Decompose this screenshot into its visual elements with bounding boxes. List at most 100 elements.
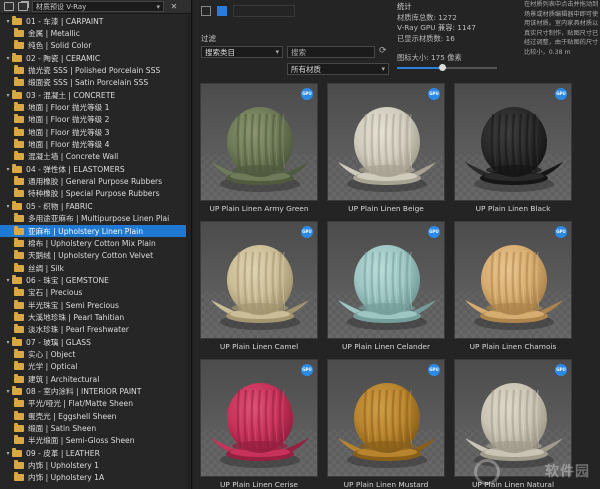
tree-item[interactable]: 蛋壳光 | Eggshell Sheen (0, 410, 191, 422)
stats-total: 材质库总数: 1272 (397, 12, 457, 22)
tree-category[interactable]: ▾ 08 - 室内涂料 | INTERIOR PAINT (0, 385, 191, 397)
toolbar-button[interactable] (233, 4, 295, 17)
expand-toggle-icon[interactable]: ▾ (4, 388, 12, 395)
tree-category[interactable]: ▾ 04 - 弹性体 | ELASTOMERS (0, 163, 191, 175)
material-type-select[interactable]: 所有材质 ▾ (287, 63, 389, 75)
tree-category[interactable]: ▾ 03 - 混凝土 | CONCRETE (0, 89, 191, 101)
close-button[interactable]: ✕ (168, 1, 180, 12)
material-preview (455, 383, 571, 476)
gpu-badge: GPU (301, 364, 313, 376)
material-card[interactable]: GPU UP Plain Linen Army Green (200, 83, 318, 217)
material-preview (328, 107, 444, 200)
tree-item[interactable]: 抛光瓷 SSS | Polished Porcelain SSS (0, 64, 191, 76)
tree-item[interactable]: 建筑 | Architectural (0, 373, 191, 385)
window-icon[interactable] (4, 2, 14, 11)
tree-label: 实心 | Object (28, 349, 76, 359)
tree-item[interactable]: 丝绸 | Silk (0, 262, 191, 274)
tree-item[interactable]: 金属 | Metallic (0, 27, 191, 39)
tree-item[interactable]: 纯色 | Solid Color (0, 40, 191, 52)
expand-toggle-icon[interactable]: ▾ (4, 92, 12, 99)
material-thumbnail[interactable]: GPU (327, 221, 445, 339)
material-card[interactable]: GPU UP Plain Linen Mustard (327, 359, 445, 489)
folder-icon (12, 15, 22, 25)
expand-toggle-icon[interactable]: ▾ (4, 55, 12, 62)
layers-icon[interactable] (18, 2, 28, 11)
tree-category[interactable]: ▾ 01 - 车漆 | CARPAINT (0, 15, 191, 27)
tree-item[interactable]: 通用橡胶 | General Purpose Rubbers (0, 175, 191, 187)
material-card[interactable]: GPU UP Plain Linen Cerise (200, 359, 318, 489)
tree-category[interactable]: ▾ 02 - 陶瓷 | CERAMIC (0, 52, 191, 64)
gpu-badge: GPU (555, 226, 567, 238)
filter-title: 过滤 (201, 34, 216, 43)
library-select[interactable]: 材质预设 V-Ray ▾ (32, 1, 164, 12)
tree-item[interactable]: 地面 | Floor 抛光等级 1 (0, 101, 191, 113)
statistics: 统计 材质库总数: 1272 V-Ray GPU 兼容: 1147 已显示材质数… (397, 2, 493, 44)
tree-item[interactable]: 地面 | Floor 抛光等级 2 (0, 114, 191, 126)
expand-toggle-icon[interactable]: ▾ (4, 277, 12, 284)
material-thumbnail[interactable]: GPU (200, 221, 318, 339)
material-card[interactable]: GPU UP Plain Linen Celander (327, 221, 445, 355)
material-card[interactable]: GPU UP Plain Linen Beige (327, 83, 445, 217)
tree-item[interactable]: 半光珠宝 | Semi Precious (0, 299, 191, 311)
material-card[interactable]: GPU UP Plain Linen Black (454, 83, 572, 217)
slider-handle[interactable] (439, 64, 446, 71)
tree-category[interactable]: ▾ 09 - 皮革 | LEATHER (0, 447, 191, 459)
search-placeholder: 搜索 (291, 47, 306, 57)
material-thumbnail[interactable]: GPU (200, 83, 318, 201)
material-thumbnail[interactable]: GPU (327, 359, 445, 477)
tree-item[interactable]: 棉布 | Upholstery Cotton Mix Plain (0, 237, 191, 249)
tree-item[interactable]: 宝石 | Precious (0, 287, 191, 299)
tree-item[interactable]: 内饰 | Upholstery 1A (0, 472, 191, 484)
material-card[interactable]: GPU UP Plain Linen Chamois (454, 221, 572, 355)
tree-item[interactable]: 淡水珍珠 | Pearl Freshwater (0, 324, 191, 336)
expand-toggle-icon[interactable]: ▾ (4, 339, 12, 346)
material-name: UP Plain Linen Army Green (209, 204, 309, 213)
list-view-icon[interactable] (217, 5, 227, 16)
tree-item[interactable]: 平光/哑光 | Flat/Matte Sheen (0, 398, 191, 410)
tree-item[interactable]: 光学 | Optical (0, 361, 191, 373)
tree-category[interactable]: ▾ 07 - 玻璃 | GLASS (0, 336, 191, 348)
material-thumbnail[interactable]: GPU (327, 83, 445, 201)
search-input[interactable]: 搜索 (287, 46, 375, 58)
grid-view-icon[interactable] (201, 5, 211, 16)
tree-item[interactable]: 地面 | Floor 抛光等级 3 (0, 126, 191, 138)
expand-toggle-icon[interactable]: ▾ (4, 166, 12, 173)
gpu-badge: GPU (301, 226, 313, 238)
refresh-icon[interactable]: ⟳ (379, 46, 389, 56)
folder-icon (14, 472, 24, 482)
tree-item[interactable]: 多用途亚麻布 | Multipurpose Linen Plai (0, 213, 191, 225)
stats-gpu: V-Ray GPU 兼容: 1147 (397, 23, 476, 32)
material-thumbnail[interactable]: GPU (200, 359, 318, 477)
tree-label: 内饰 | Upholstery 1 (28, 461, 99, 471)
tree-item[interactable]: 特种橡胶 | Special Purpose Rubbers (0, 188, 191, 200)
expand-toggle-icon[interactable]: ▾ (4, 203, 12, 210)
tree-item[interactable]: 地面 | Floor 抛光等级 4 (0, 138, 191, 150)
help-text: 在材质列表中点击并拖动到场景或材质编辑器中即可使用该材质。室内家具材质以真实尺寸… (524, 1, 599, 56)
tree-item[interactable]: 实心 | Object (0, 348, 191, 360)
tree-item[interactable]: 大溪地珍珠 | Pearl Tahitian (0, 311, 191, 323)
folder-icon (12, 52, 22, 62)
material-thumbnail[interactable]: GPU (454, 359, 572, 477)
tree-item[interactable]: 亚麻布 | Upholstery Linen Plain (0, 224, 191, 238)
material-name: UP Plain Linen Chamois (469, 342, 557, 351)
expand-toggle-icon[interactable]: ▾ (4, 18, 12, 25)
tree-item[interactable]: 天鹅绒 | Upholstery Cotton Velvet (0, 250, 191, 262)
category-select[interactable]: 搜索类目 ▾ (201, 46, 283, 58)
expand-toggle-icon[interactable]: ▾ (4, 450, 12, 457)
tree-item[interactable]: 缎面瓷 SSS | Satin Porcelain SSS (0, 77, 191, 89)
icon-size-slider[interactable] (397, 64, 497, 71)
tree-category[interactable]: ▾ 05 - 织物 | FABRIC (0, 200, 191, 212)
material-thumbnail[interactable]: GPU (454, 83, 572, 201)
tree-item[interactable]: 内饰 | Upholstery 1 (0, 459, 191, 471)
tree-item[interactable]: 混凝土墙 | Concrete Wall (0, 151, 191, 163)
material-card[interactable]: GPU UP Plain Linen Camel (200, 221, 318, 355)
library-toolbar: 材质预设 V-Ray ▾ ✕ (0, 0, 191, 14)
tree-label: 内饰 | Upholstery 1A (28, 473, 105, 483)
material-thumbnail[interactable]: GPU (454, 221, 572, 339)
tree-item[interactable]: 半光缎面 | Semi-Gloss Sheen (0, 435, 191, 447)
tree-category[interactable]: ▾ 06 - 珠宝 | GEMSTONE (0, 274, 191, 286)
tree-scrollbar[interactable] (186, 15, 191, 489)
tree-item[interactable]: 缎面 | Satin Sheen (0, 422, 191, 434)
library-select-value: 材质预设 V-Ray (36, 2, 87, 11)
material-preview (201, 245, 317, 338)
